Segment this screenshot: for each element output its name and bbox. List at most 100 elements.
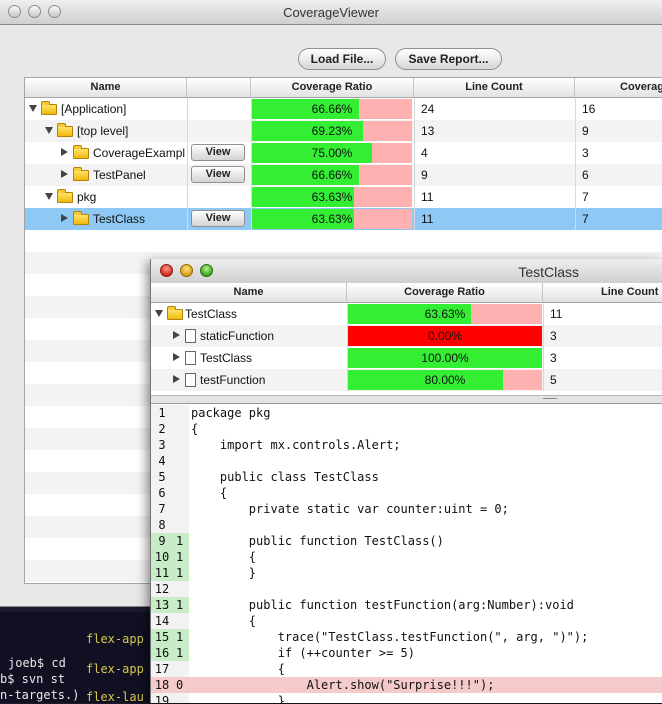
line-number: 18 (151, 677, 173, 693)
code-line: 2{ (151, 421, 662, 437)
disclosure-triangle-icon[interactable] (29, 105, 37, 112)
disclosure-triangle-icon[interactable] (173, 331, 180, 339)
detail-window-title: TestClass (518, 264, 579, 280)
column-header-name[interactable]: Name (151, 283, 347, 303)
line-number: 11 (151, 565, 173, 581)
line-number: 10 (151, 549, 173, 565)
coverage-ratio-text: 80.00% (424, 373, 466, 387)
line-number: 17 (151, 661, 173, 677)
line-number: 12 (151, 581, 173, 597)
folder-icon (73, 167, 89, 181)
coverage-ratio-text: 63.63% (311, 212, 353, 226)
window-title: CoverageViewer (283, 5, 379, 20)
table-row[interactable]: CoverageExampl View 75.00% 4 3 (25, 142, 662, 164)
row-name: TestClass (200, 351, 253, 365)
close-icon[interactable] (160, 264, 173, 277)
column-header-view[interactable] (187, 78, 251, 98)
table-row[interactable]: TestClass 63.63% 11 (151, 303, 662, 325)
line-number: 4 (151, 453, 173, 469)
covered-count: 3 (582, 146, 589, 160)
coverage-bar: 69.23% (252, 121, 412, 141)
coverage-bar: 0.00% (348, 326, 542, 346)
table-row[interactable]: [Application] 66.66% 24 16 (25, 98, 662, 120)
source-text: { (191, 422, 199, 436)
load-file-button[interactable]: Load File... (298, 48, 386, 70)
coverage-ratio-text: 63.63% (311, 190, 353, 204)
table-row[interactable]: staticFunction 0.00% 3 (151, 325, 662, 347)
hit-count (173, 581, 189, 597)
table-row[interactable]: TestClass 100.00% 3 (151, 347, 662, 369)
terminal-line: flex-app (86, 662, 144, 676)
coverage-bar: 63.63% (348, 304, 542, 324)
line-number: 7 (151, 501, 173, 517)
line-number: 3 (151, 437, 173, 453)
covered-count: 6 (582, 168, 589, 182)
column-header-covered[interactable]: Coverag (575, 78, 662, 98)
disclosure-triangle-icon[interactable] (61, 170, 68, 178)
row-name: [Application] (61, 102, 127, 116)
line-count: 11 (421, 190, 434, 204)
folder-icon (73, 211, 89, 225)
minimize-icon[interactable] (180, 264, 193, 277)
disclosure-triangle-icon[interactable] (61, 214, 68, 222)
row-name: TestClass (185, 307, 238, 321)
source-text: import mx.controls.Alert; (191, 438, 401, 452)
source-text: public function TestClass() (191, 534, 444, 548)
coverage-ratio-text: 0.00% (427, 329, 463, 343)
zoom-icon[interactable] (200, 264, 213, 277)
coverage-bar: 63.63% (252, 187, 412, 207)
disclosure-triangle-icon[interactable] (61, 148, 68, 156)
covered-count: 7 (582, 212, 589, 226)
hit-count: 1 (173, 645, 189, 661)
detail-title-bar[interactable]: TestClass (151, 259, 662, 284)
line-number: 15 (151, 629, 173, 645)
title-bar[interactable]: CoverageViewer (0, 0, 662, 25)
hit-count (173, 661, 189, 677)
folder-icon (167, 306, 183, 320)
line-count: 3 (550, 329, 557, 343)
view-button[interactable]: View (191, 210, 245, 227)
source-text: { (191, 550, 257, 564)
view-button[interactable]: View (191, 166, 245, 183)
hit-count: 1 (173, 597, 189, 613)
line-number: 1 (151, 405, 173, 421)
column-header-name[interactable]: Name (25, 78, 187, 98)
hit-count (173, 453, 189, 469)
hit-count (173, 517, 189, 533)
code-line: 5 public class TestClass (151, 469, 662, 485)
disclosure-triangle-icon[interactable] (155, 310, 163, 317)
code-line: 1 package pkg (151, 405, 662, 421)
disclosure-triangle-icon[interactable] (45, 193, 53, 200)
line-count: 11 (421, 212, 434, 226)
row-name: pkg (77, 190, 97, 204)
column-header-line-count[interactable]: Line Count (414, 78, 575, 98)
disclosure-triangle-icon[interactable] (45, 127, 53, 134)
source-code-view[interactable]: 1 package pkg 2{3 import mx.controls.Alert… (151, 403, 662, 703)
hit-count: 1 (173, 549, 189, 565)
code-line: 11 1 } (151, 565, 662, 581)
table-row[interactable]: pkg 63.63% 11 7 (25, 186, 662, 208)
terminal-line: n-targets.) (0, 688, 80, 702)
table-row[interactable]: testFunction 80.00% 5 (151, 369, 662, 391)
column-divider (347, 303, 348, 391)
source-text: public class TestClass (191, 470, 379, 484)
view-button[interactable]: View (191, 144, 245, 161)
column-header-coverage-ratio[interactable]: Coverage Ratio (347, 283, 543, 303)
code-line: 14 { (151, 613, 662, 629)
line-number: 8 (151, 517, 173, 533)
table-row[interactable]: TestPanel View 66.66% 9 6 (25, 164, 662, 186)
row-name: CoverageExampl (93, 146, 186, 160)
disclosure-triangle-icon[interactable] (173, 353, 180, 361)
hit-count (173, 437, 189, 453)
coverage-ratio-text: 66.66% (311, 102, 353, 116)
column-header-line-count[interactable]: Line Count (543, 283, 662, 303)
table-row[interactable]: [top level] 69.23% 13 9 (25, 120, 662, 142)
table-row[interactable]: TestClass View 63.63% 11 7 (25, 208, 662, 230)
hit-count (173, 405, 189, 421)
coverage-ratio-text: 69.23% (311, 124, 353, 138)
column-header-coverage-ratio[interactable]: Coverage Ratio (251, 78, 414, 98)
disclosure-triangle-icon[interactable] (173, 375, 180, 383)
code-line: 13 1 public function testFunction(arg:Num… (151, 597, 662, 613)
line-count: 13 (421, 124, 435, 138)
save-report-button[interactable]: Save Report... (395, 48, 502, 70)
